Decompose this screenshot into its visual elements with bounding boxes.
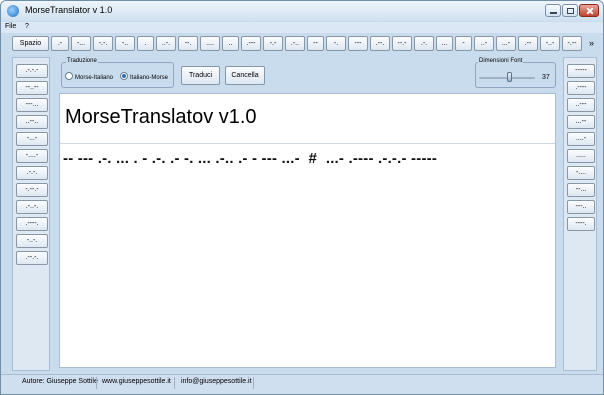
- morse-punctuation-button[interactable]: .-.-.: [16, 166, 48, 180]
- morse-letter-button[interactable]: ..: [222, 36, 239, 51]
- morse-letter-button[interactable]: ---: [348, 36, 368, 51]
- morse-digit-button[interactable]: .....: [567, 149, 595, 163]
- radio-label: Morse-Italiano: [75, 75, 114, 81]
- morse-letter-button[interactable]: ...-: [496, 36, 516, 51]
- main-window: MorseTranslator v 1.0 File ? Spazio .- -..…: [0, 0, 604, 395]
- maximize-button[interactable]: [562, 4, 578, 17]
- status-email[interactable]: info@giuseppesottile.it: [178, 378, 255, 385]
- morse-letter-button[interactable]: -..-: [540, 36, 560, 51]
- morse-letter-button[interactable]: .--: [518, 36, 538, 51]
- input-text: MorseTranslatov v1.0: [65, 106, 257, 128]
- morse-letter-button[interactable]: -.: [326, 36, 346, 51]
- morse-letter-button[interactable]: .--.: [370, 36, 390, 51]
- morse-digit-button[interactable]: --...: [567, 183, 595, 197]
- morse-punctuation-button[interactable]: ---...: [16, 98, 48, 112]
- morse-letter-button[interactable]: .-.: [414, 36, 434, 51]
- morse-letter-button[interactable]: -...: [71, 36, 91, 51]
- menu-file[interactable]: File: [5, 23, 16, 30]
- status-author: Autore: Giuseppe Sottile: [22, 378, 98, 385]
- digits-sidebar: ----- .---- ..--- ...-- ....-..... -.... --...…: [563, 57, 597, 371]
- morse-digit-button[interactable]: -----: [567, 64, 595, 78]
- radio-italiano-morse[interactable]: Italiano-Morse: [120, 72, 168, 81]
- morse-letter-button[interactable]: --.: [178, 36, 198, 51]
- status-bar: Autore: Giuseppe Sottile www.giuseppesot…: [1, 374, 603, 394]
- status-divider: [96, 377, 97, 389]
- morse-digit-button[interactable]: ....-: [567, 132, 595, 146]
- morse-punctuation-button[interactable]: -.--.-: [16, 183, 48, 197]
- morse-letter-button[interactable]: --.-: [392, 36, 412, 51]
- window-title: MorseTranslator v 1.0: [25, 5, 113, 15]
- morse-punctuation-button[interactable]: -...-: [16, 132, 48, 146]
- morse-letter-button[interactable]: -: [455, 36, 472, 51]
- menu-help[interactable]: ?: [25, 23, 29, 30]
- morse-letter-button[interactable]: .---: [241, 36, 261, 51]
- menu-bar: File ?: [1, 22, 603, 33]
- morse-letter-button[interactable]: -.--: [562, 36, 582, 51]
- morse-letter-button[interactable]: ..-.: [156, 36, 176, 51]
- clear-button[interactable]: Cancella: [225, 66, 265, 85]
- morse-letter-button[interactable]: -.-: [263, 36, 283, 51]
- morse-output: -- --- .-. ... . - .-. .- -. ... .-.. .-…: [63, 150, 438, 167]
- font-size-slider-thumb[interactable]: [507, 72, 512, 82]
- minimize-button[interactable]: [545, 4, 561, 17]
- morse-punctuation-button[interactable]: -..-.: [16, 234, 48, 248]
- morse-punctuation-button[interactable]: .--.-.: [16, 251, 48, 265]
- radio-morse-italiano[interactable]: Morse-Italiano: [65, 72, 113, 81]
- close-button[interactable]: [579, 4, 599, 17]
- text-area[interactable]: MorseTranslatov v1.0 -- --- .-. ... . - …: [59, 93, 556, 368]
- morse-punctuation-button[interactable]: .-.-.-: [16, 64, 48, 78]
- toolbar-overflow-icon[interactable]: »: [589, 38, 594, 48]
- morse-digit-button[interactable]: ----.: [567, 217, 595, 231]
- status-divider: [174, 377, 175, 389]
- translation-group-label: Traduzione: [66, 58, 98, 64]
- status-website[interactable]: www.giuseppesottile.it: [99, 378, 174, 385]
- status-divider: [253, 377, 254, 389]
- radio-label: Italiano-Morse: [130, 75, 169, 81]
- text-separator: [60, 143, 555, 144]
- morse-letter-button[interactable]: ....: [200, 36, 220, 51]
- space-button[interactable]: Spazio: [12, 36, 49, 51]
- letters-toolbar: Spazio .- -... -.-. -... ..-. --....... .--- -.-…: [12, 36, 589, 55]
- morse-punctuation-button[interactable]: ..--..: [16, 115, 48, 129]
- radio-dot: [65, 72, 73, 80]
- morse-digit-button[interactable]: ...--: [567, 115, 595, 129]
- translate-button[interactable]: Traduci: [181, 66, 220, 85]
- morse-digit-button[interactable]: -....: [567, 166, 595, 180]
- morse-letter-button[interactable]: .-: [51, 36, 69, 51]
- morse-digit-button[interactable]: ..---: [567, 98, 595, 112]
- morse-letter-button[interactable]: ..-: [474, 36, 494, 51]
- morse-letter-button[interactable]: --: [307, 36, 324, 51]
- morse-punctuation-button[interactable]: .----.: [16, 217, 48, 231]
- app-icon: [7, 5, 19, 17]
- morse-letter-button[interactable]: -..: [115, 36, 135, 51]
- morse-letter-button[interactable]: .-..: [285, 36, 305, 51]
- morse-punctuation-button[interactable]: .-..-.: [16, 200, 48, 214]
- morse-punctuation-button[interactable]: --..--: [16, 81, 48, 95]
- punctuation-sidebar: .-.-.- --..-- ---... ..--.. -...- -....- .-.-.…: [12, 57, 50, 371]
- morse-punctuation-button[interactable]: -....-: [16, 149, 48, 163]
- title-bar[interactable]: MorseTranslator v 1.0: [1, 1, 603, 21]
- morse-letter-button[interactable]: ...: [436, 36, 453, 51]
- morse-letter-button[interactable]: -.-.: [93, 36, 113, 51]
- morse-digit-button[interactable]: .----: [567, 81, 595, 95]
- radio-dot-selected: [120, 72, 128, 80]
- font-size-label: Dimensioni Font: [478, 58, 524, 64]
- morse-digit-button[interactable]: ---..: [567, 200, 595, 214]
- morse-letter-button[interactable]: .: [137, 36, 154, 51]
- font-size-value: 37: [542, 74, 550, 81]
